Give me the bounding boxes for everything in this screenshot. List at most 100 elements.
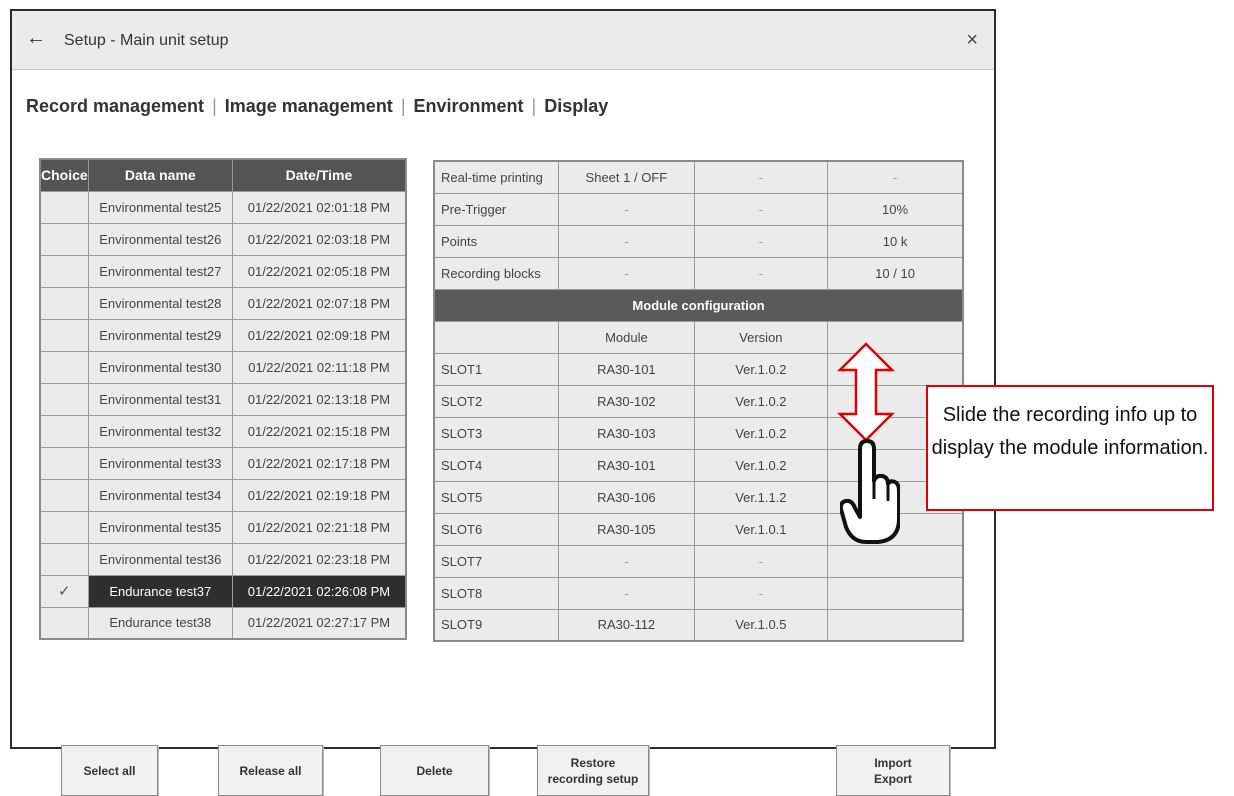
info-value-cell: RA30-101 (558, 448, 695, 482)
choice-cell[interactable] (39, 286, 89, 320)
datetime-cell[interactable]: 01/22/2021 02:13:18 PM (231, 382, 407, 416)
recording-info-row: Pre-Trigger - -10% (433, 192, 964, 226)
data-name-cell[interactable]: Environmental test27 (87, 254, 233, 288)
record-row[interactable]: Environmental test26 01/22/2021 02:03:18 … (39, 222, 407, 256)
choice-cell[interactable] (39, 190, 89, 224)
choice-cell[interactable] (39, 446, 89, 480)
choice-cell[interactable] (39, 382, 89, 416)
data-name-cell[interactable]: Environmental test26 (87, 222, 233, 256)
record-row[interactable]: Environmental test31 01/22/2021 02:13:18 … (39, 382, 407, 416)
data-name-cell[interactable]: Environmental test25 (87, 190, 233, 224)
record-row[interactable]: Endurance test38 01/22/2021 02:27:17 PM (39, 606, 407, 640)
choice-cell[interactable] (39, 222, 89, 256)
info-value-cell (827, 576, 964, 610)
release-all-button[interactable]: Release all (218, 745, 323, 796)
record-row[interactable]: ✓ Endurance test37 01/22/2021 02:26:08 PM (39, 574, 407, 608)
record-row[interactable]: Environmental test30 01/22/2021 02:11:18 … (39, 350, 407, 384)
datetime-cell[interactable]: 01/22/2021 02:19:18 PM (231, 478, 407, 512)
info-label-cell: SLOT8 (433, 576, 560, 610)
datetime-cell[interactable]: 01/22/2021 02:21:18 PM (231, 510, 407, 544)
data-name-cell[interactable]: Endurance test37 (87, 574, 233, 608)
import-export-button[interactable]: Import Export (836, 745, 950, 796)
info-label-cell: SLOT7 (433, 544, 560, 578)
data-name-cell[interactable]: Environmental test29 (87, 318, 233, 352)
datetime-cell[interactable]: 01/22/2021 02:15:18 PM (231, 414, 407, 448)
data-name-cell[interactable]: Environmental test34 (87, 478, 233, 512)
module-config-header: Module configuration (433, 288, 964, 322)
module-config-header-row: Module configuration (433, 288, 964, 322)
record-row[interactable]: Environmental test35 01/22/2021 02:21:18 … (39, 510, 407, 544)
module-slot-row: SLOT9 RA30-112 Ver.1.0.5 (433, 608, 964, 642)
datetime-cell[interactable]: 01/22/2021 02:26:08 PM (231, 574, 407, 608)
data-name-cell[interactable]: Environmental test28 (87, 286, 233, 320)
datetime-cell[interactable]: 01/22/2021 02:23:18 PM (231, 542, 407, 576)
info-value-cell: 10 k (827, 224, 964, 258)
swipe-hand-icon (840, 439, 900, 544)
data-name-cell[interactable]: Environmental test30 (87, 350, 233, 384)
record-row[interactable]: Environmental test36 01/22/2021 02:23:18 … (39, 542, 407, 576)
info-value-cell: Ver.1.0.2 (693, 448, 829, 482)
record-row[interactable]: Environmental test27 01/22/2021 02:05:18 … (39, 254, 407, 288)
datetime-cell[interactable]: 01/22/2021 02:09:18 PM (231, 318, 407, 352)
datetime-cell[interactable]: 01/22/2021 02:03:18 PM (231, 222, 407, 256)
data-name-cell[interactable]: Environmental test36 (87, 542, 233, 576)
info-value-cell: Ver.1.0.1 (693, 512, 829, 546)
recording-info-row: Points - -10 k (433, 224, 964, 258)
datetime-cell[interactable]: 01/22/2021 02:07:18 PM (231, 286, 407, 320)
info-value-cell: RA30-106 (558, 480, 695, 514)
data-name-cell[interactable]: Endurance test38 (87, 606, 233, 640)
info-value-cell: RA30-112 (558, 608, 695, 642)
choice-cell[interactable] (39, 318, 89, 352)
data-name-cell[interactable]: Environmental test33 (87, 446, 233, 480)
tab-bar: Record management | Image management | E… (26, 96, 608, 117)
column-header-choice: Choice (39, 158, 89, 192)
record-list-table: Choice Data name Date/Time Environmental… (39, 158, 407, 640)
choice-cell[interactable] (39, 414, 89, 448)
info-value-cell: - (827, 160, 964, 194)
choice-cell[interactable] (39, 254, 89, 288)
data-name-cell[interactable]: Environmental test31 (87, 382, 233, 416)
tab-record-management[interactable]: Record management (26, 96, 204, 117)
choice-cell[interactable]: ✓ (39, 574, 89, 608)
record-row[interactable]: Environmental test32 01/22/2021 02:15:18 … (39, 414, 407, 448)
back-arrow-icon[interactable]: ← (26, 27, 46, 50)
record-row[interactable]: Environmental test29 01/22/2021 02:09:18 … (39, 318, 407, 352)
info-label-cell: SLOT5 (433, 480, 560, 514)
info-label-cell: SLOT2 (433, 384, 560, 418)
check-icon: ✓ (58, 583, 71, 600)
module-slot-row: SLOT7- - (433, 544, 964, 578)
choice-cell[interactable] (39, 478, 89, 512)
choice-cell[interactable] (39, 510, 89, 544)
choice-cell[interactable] (39, 606, 89, 640)
delete-button[interactable]: Delete (380, 745, 489, 796)
window-title: Setup - Main unit setup (64, 32, 229, 49)
record-row[interactable]: Environmental test33 01/22/2021 02:17:18 … (39, 446, 407, 480)
data-name-cell[interactable]: Environmental test32 (87, 414, 233, 448)
datetime-cell[interactable]: 01/22/2021 02:01:18 PM (231, 190, 407, 224)
info-value-cell: Ver.1.0.2 (693, 352, 829, 386)
choice-cell[interactable] (39, 542, 89, 576)
info-value-cell: - (693, 256, 829, 290)
info-value-cell: RA30-101 (558, 352, 695, 386)
info-label-cell: Pre-Trigger (433, 192, 560, 226)
tab-display[interactable]: Display (544, 96, 608, 117)
select-all-button[interactable]: Select all (61, 745, 158, 796)
record-list-header: Choice Data name Date/Time (39, 158, 407, 192)
data-name-cell[interactable]: Environmental test35 (87, 510, 233, 544)
info-value-cell: Ver.1.0.2 (693, 416, 829, 450)
close-icon[interactable]: × (966, 29, 978, 52)
tab-image-management[interactable]: Image management (225, 96, 393, 117)
record-row[interactable]: Environmental test28 01/22/2021 02:07:18 … (39, 286, 407, 320)
tab-environment[interactable]: Environment (414, 96, 524, 117)
info-value-cell: Ver.1.0.5 (693, 608, 829, 642)
recording-info-row: Real-time printing Sheet 1 / OFF - - (433, 160, 964, 194)
datetime-cell[interactable]: 01/22/2021 02:17:18 PM (231, 446, 407, 480)
choice-cell[interactable] (39, 350, 89, 384)
record-row[interactable]: Environmental test25 01/22/2021 02:01:18 … (39, 190, 407, 224)
record-row[interactable]: Environmental test34 01/22/2021 02:19:18 … (39, 478, 407, 512)
info-value-cell: - (558, 256, 695, 290)
datetime-cell[interactable]: 01/22/2021 02:11:18 PM (231, 350, 407, 384)
datetime-cell[interactable]: 01/22/2021 02:05:18 PM (231, 254, 407, 288)
restore-recording-setup-button[interactable]: Restore recording setup (537, 745, 649, 796)
datetime-cell[interactable]: 01/22/2021 02:27:17 PM (231, 606, 407, 640)
